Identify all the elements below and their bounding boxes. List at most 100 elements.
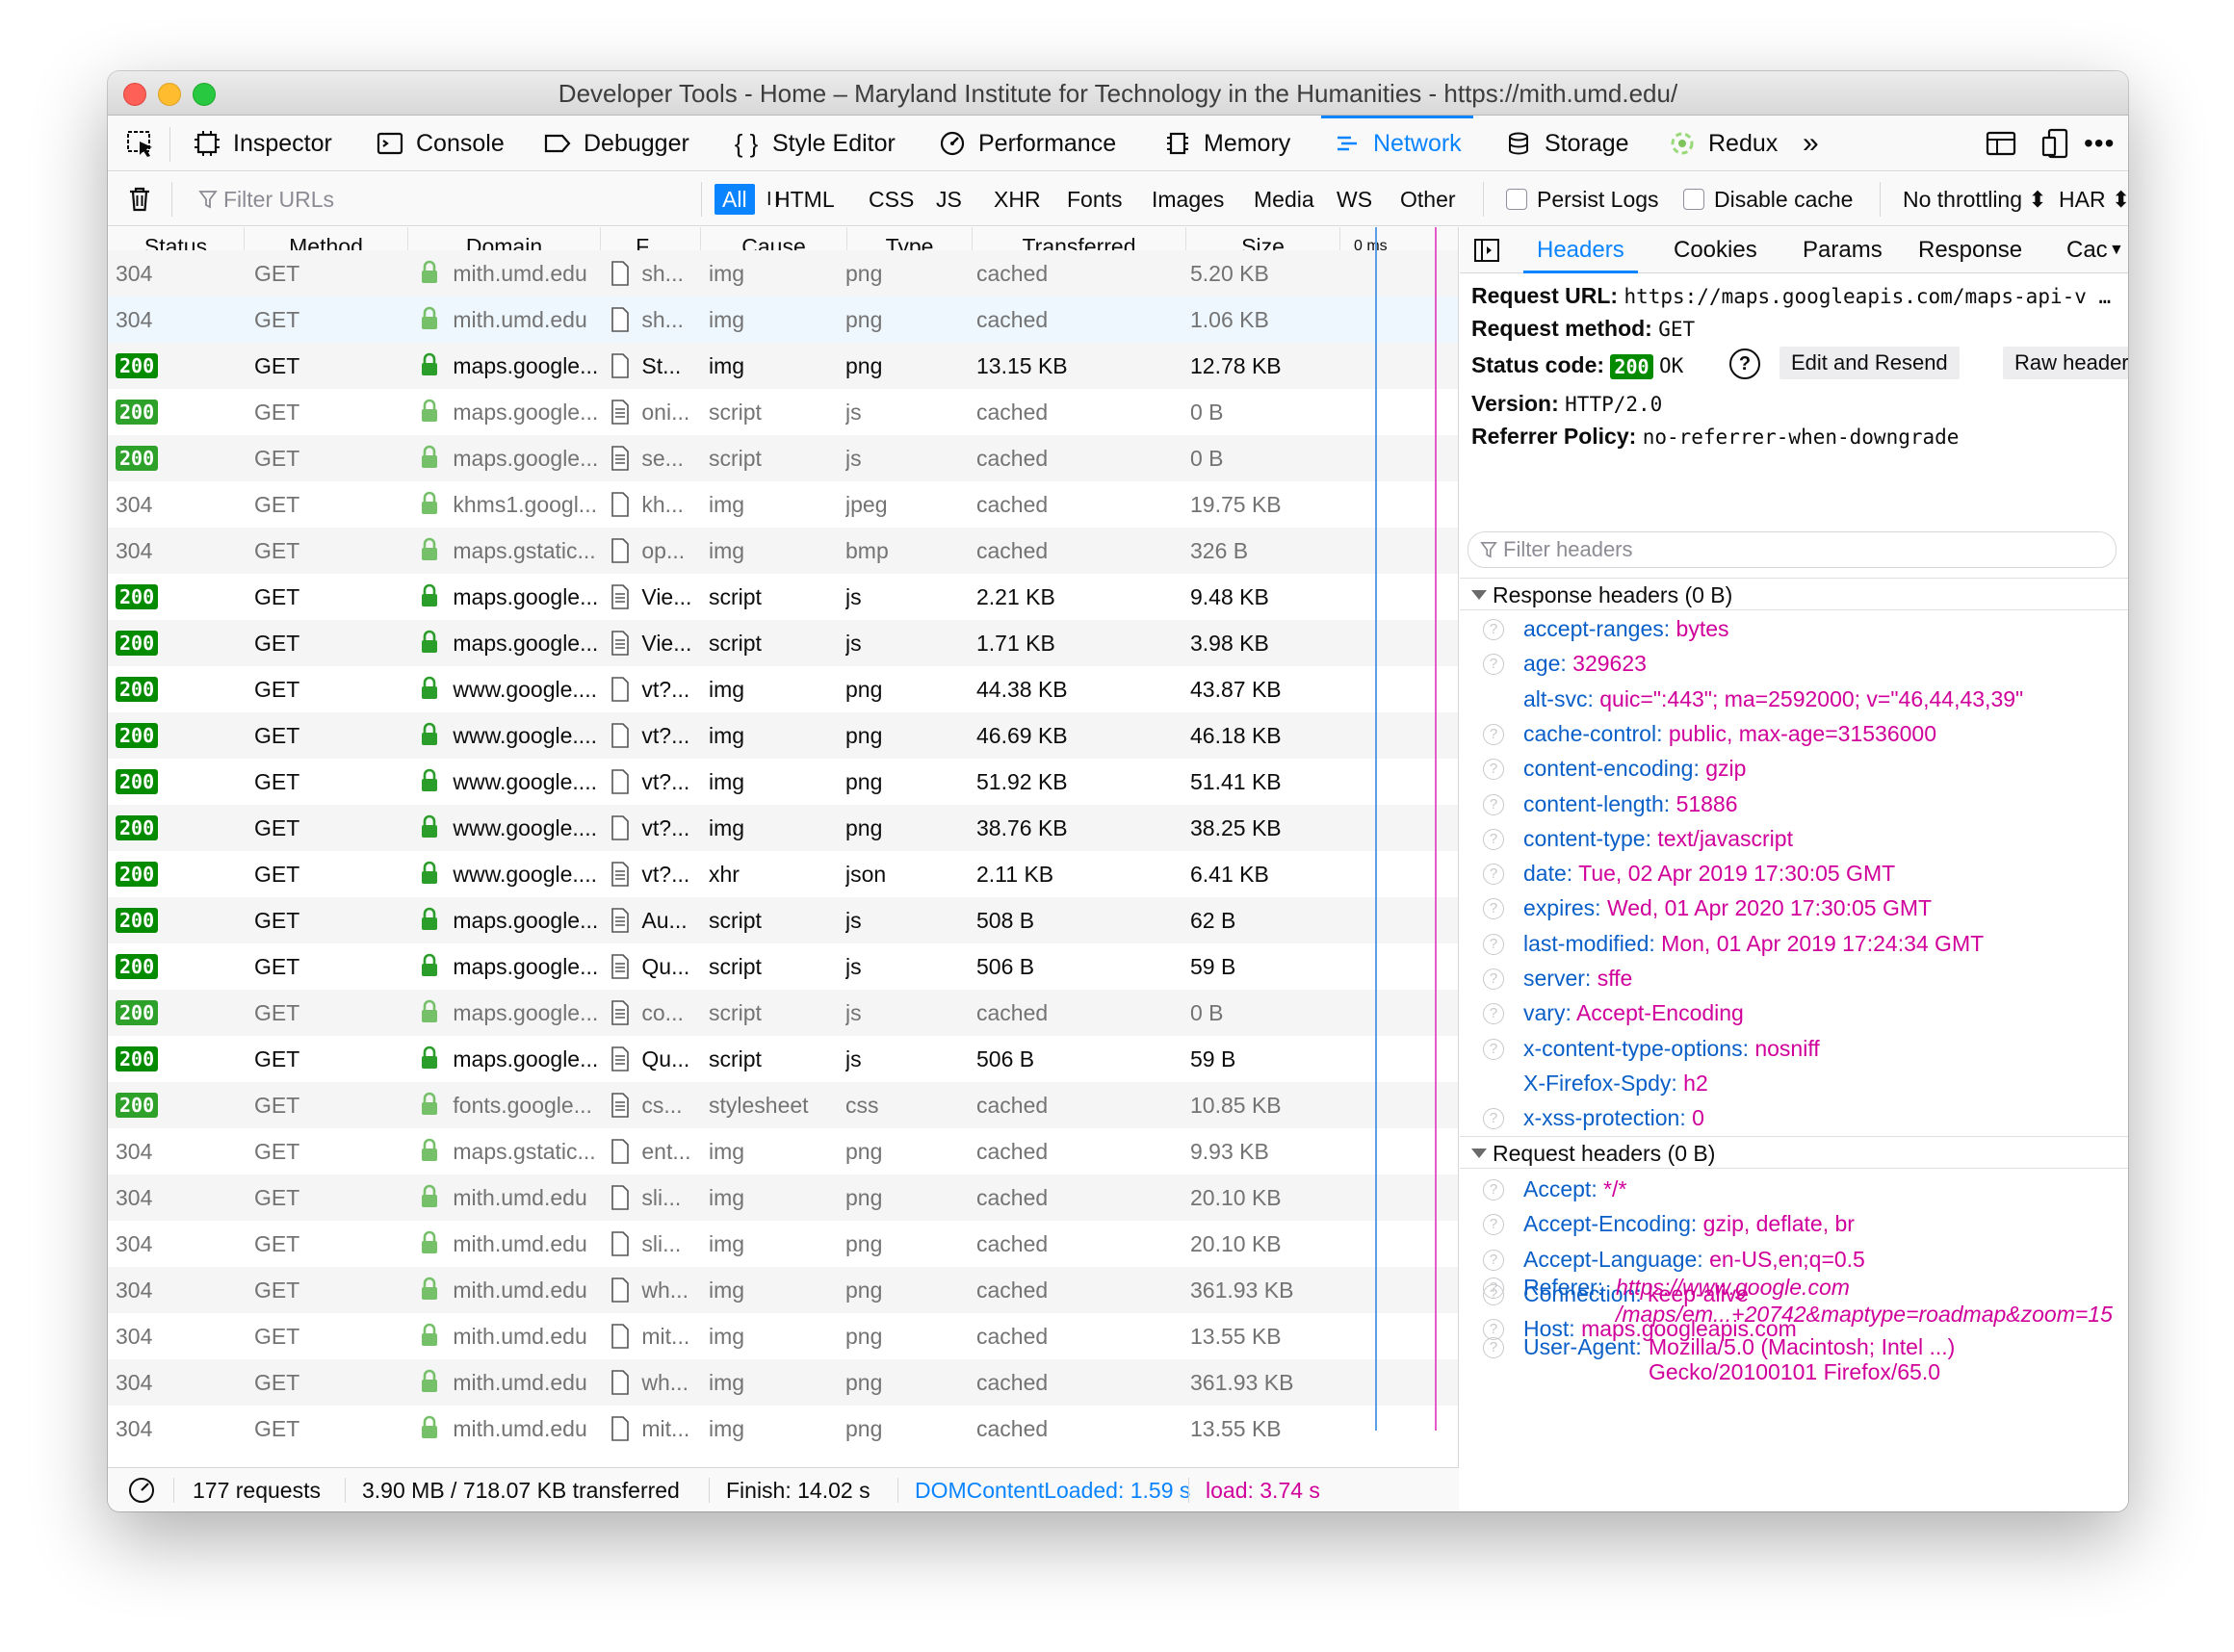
help-icon[interactable]: ? <box>1483 1214 1504 1236</box>
request-row[interactable]: 200 GET maps.google... se... script js cache… <box>108 435 1458 481</box>
request-row[interactable]: 200 GET www.google.... vt?... img png 38.76 … <box>108 805 1458 851</box>
persist-logs-checkbox[interactable]: Persist Logs <box>1506 172 1659 226</box>
request-headers-section[interactable]: Request headers (0 B) <box>1460 1136 2128 1169</box>
element-picker-icon[interactable] <box>125 116 156 171</box>
cell-file: sh... <box>610 297 699 343</box>
tab-memory[interactable]: Memory <box>1163 116 1290 171</box>
request-row[interactable]: 200 GET maps.google... Qu... script js 506 B… <box>108 1036 1458 1082</box>
help-icon[interactable]: ? <box>1483 723 1504 745</box>
filter-images[interactable]: Images <box>1144 184 1232 215</box>
filter-fonts[interactable]: Fonts <box>1059 184 1130 215</box>
request-row[interactable]: 304 GET mith.umd.edu sh... img png cached 1.0… <box>108 297 1458 343</box>
filter-css[interactable]: CSS <box>861 184 922 215</box>
request-row[interactable]: 304 GET mith.umd.edu sh... img png cached 5.2… <box>108 250 1458 297</box>
tabs-overflow-chevron-icon[interactable]: ▼ <box>2109 227 2124 273</box>
tab-performance[interactable]: Performance <box>938 116 1116 171</box>
request-row[interactable]: 200 GET maps.google... co... script js cache… <box>108 990 1458 1036</box>
status-help-icon[interactable]: ? <box>1729 348 1760 379</box>
menu-dots-icon[interactable]: ••• <box>2084 116 2115 171</box>
request-row[interactable]: 304 GET maps.gstatic... op... img bmp cached… <box>108 528 1458 574</box>
responsive-design-icon[interactable] <box>2041 116 2070 171</box>
filter-xhr[interactable]: XHR <box>986 184 1049 215</box>
help-icon[interactable]: ? <box>1483 1278 1504 1299</box>
request-row[interactable]: 200 GET maps.google... oni... script js cach… <box>108 389 1458 435</box>
request-row[interactable]: 200 GET fonts.google... cs... stylesheet cs… <box>108 1082 1458 1128</box>
dock-layout-icon[interactable] <box>1986 116 2016 171</box>
help-icon[interactable]: ? <box>1483 759 1504 781</box>
request-row[interactable]: 304 GET mith.umd.edu mit... img png cached 13… <box>108 1406 1458 1452</box>
help-icon[interactable]: ? <box>1483 654 1504 676</box>
help-icon[interactable]: ? <box>1483 1108 1504 1130</box>
header-name: accept-ranges: bytes <box>1523 616 1729 641</box>
domain-text: maps.google... <box>453 400 599 425</box>
tab-cookies[interactable]: Cookies <box>1674 227 1757 273</box>
performance-analysis-icon[interactable] <box>127 1468 156 1511</box>
request-row[interactable]: 200 GET www.google.... vt?... img png 44.38 … <box>108 666 1458 712</box>
request-row[interactable]: 200 GET maps.google... Qu... script js 506 B… <box>108 943 1458 990</box>
raw-headers-button[interactable]: Raw headers <box>2003 347 2128 379</box>
request-row[interactable]: 200 GET maps.google... Vie... script js 1.71… <box>108 620 1458 666</box>
help-icon[interactable]: ? <box>1483 864 1504 886</box>
disable-cache-checkbox[interactable]: Disable cache <box>1683 172 1853 226</box>
request-row[interactable]: 200 GET maps.google... Au... script js 508 B… <box>108 897 1458 943</box>
help-icon[interactable]: ? <box>1483 1337 1504 1358</box>
toggle-panel-icon[interactable] <box>1473 227 1500 273</box>
tab-headers[interactable]: Headers <box>1523 227 1638 273</box>
header-value-continued: Gecko/20100101 Firefox/65.0 <box>1649 1359 1941 1384</box>
help-icon[interactable]: ? <box>1483 1003 1504 1025</box>
request-row[interactable]: 304 GET maps.gstatic... ent... img png cache… <box>108 1128 1458 1174</box>
help-icon[interactable]: ? <box>1483 968 1504 990</box>
help-icon[interactable]: ? <box>1483 898 1504 920</box>
request-row[interactable]: 304 GET khms1.googl... kh... img jpeg cached… <box>108 481 1458 528</box>
tab-response[interactable]: Response <box>1918 227 2022 273</box>
response-headers-section[interactable]: Response headers (0 B) <box>1460 578 2128 610</box>
trash-icon[interactable] <box>127 172 152 226</box>
help-icon[interactable]: ? <box>1483 828 1504 850</box>
header-value: Tue, 02 Apr 2019 17:30:05 GMT <box>1578 861 1896 887</box>
har-menu[interactable]: HAR ⬍ <box>2059 172 2128 226</box>
help-icon[interactable]: ? <box>1483 933 1504 955</box>
filter-other[interactable]: Other <box>1392 184 1464 215</box>
request-row[interactable]: 200 GET maps.google... Vie... script js 2.21… <box>108 574 1458 620</box>
request-row[interactable]: 304 GET mith.umd.edu sli... img png cached 20… <box>108 1174 1458 1221</box>
tab-debugger[interactable]: Debugger <box>543 116 689 171</box>
tab-style-editor[interactable]: { } Style Editor <box>732 116 896 171</box>
more-tools-button[interactable]: » <box>1803 116 1819 171</box>
filter-media[interactable]: Media <box>1246 184 1322 215</box>
help-icon[interactable]: ? <box>1483 1038 1504 1060</box>
cell-size: 13.55 KB <box>1190 1324 1282 1349</box>
edit-and-resend-button[interactable]: Edit and Resend <box>1779 347 1960 379</box>
help-icon[interactable]: ? <box>1483 793 1504 815</box>
help-icon[interactable]: ? <box>1483 1179 1504 1200</box>
request-row[interactable]: 304 GET mith.umd.edu mit... img png cached 13… <box>108 1313 1458 1359</box>
filter-js[interactable]: JS <box>928 184 970 215</box>
tab-params[interactable]: Params <box>1803 227 1883 273</box>
help-icon[interactable]: ? <box>1483 619 1504 640</box>
throttling-select[interactable]: No throttling ⬍ <box>1903 172 2047 226</box>
request-row[interactable]: 200 GET www.google.... vt?... img png 51.92 … <box>108 759 1458 805</box>
tab-network[interactable]: Network <box>1321 116 1473 171</box>
tab-redux[interactable]: Redux <box>1668 116 1778 171</box>
help-icon[interactable]: ? <box>1483 1249 1504 1271</box>
filter-all[interactable]: All <box>714 184 755 215</box>
request-row[interactable]: 200 GET maps.google... St... img png 13.15 K… <box>108 343 1458 389</box>
headers-filter-input[interactable]: Filter headers <box>1468 531 2117 568</box>
request-row[interactable]: 304 GET mith.umd.edu sli... img png cached 20… <box>108 1221 1458 1267</box>
lock-icon <box>420 260 439 286</box>
request-row[interactable]: 304 GET mith.umd.edu wh... img png cached 361… <box>108 1267 1458 1313</box>
devtools-toolbar: Inspector Console Debugger { } Style Edi… <box>108 116 2128 171</box>
cell-status: 304 <box>116 1221 241 1267</box>
tab-console[interactable]: Console <box>376 116 505 171</box>
filter-ws[interactable]: WS <box>1329 184 1380 215</box>
request-row[interactable]: 200 GET www.google.... vt?... xhr json 2.11 … <box>108 851 1458 897</box>
tab-cache[interactable]: Cac <box>2066 227 2108 273</box>
filter-html[interactable]: HTML <box>766 184 843 215</box>
request-row[interactable]: 200 GET www.google.... vt?... img png 46.69 … <box>108 712 1458 759</box>
tab-inspector[interactable]: Inspector <box>193 116 332 171</box>
request-row[interactable]: 304 GET mith.umd.edu wh... img png cached 361… <box>108 1359 1458 1406</box>
domain-text: maps.google... <box>453 446 599 471</box>
tab-storage[interactable]: Storage <box>1504 116 1629 171</box>
request-url-value[interactable]: https://maps.googleapis.com/maps-api-v … <box>1624 285 2111 308</box>
url-filter-input[interactable]: Filter URLs <box>198 172 738 226</box>
file-text: vt?... <box>641 815 690 840</box>
